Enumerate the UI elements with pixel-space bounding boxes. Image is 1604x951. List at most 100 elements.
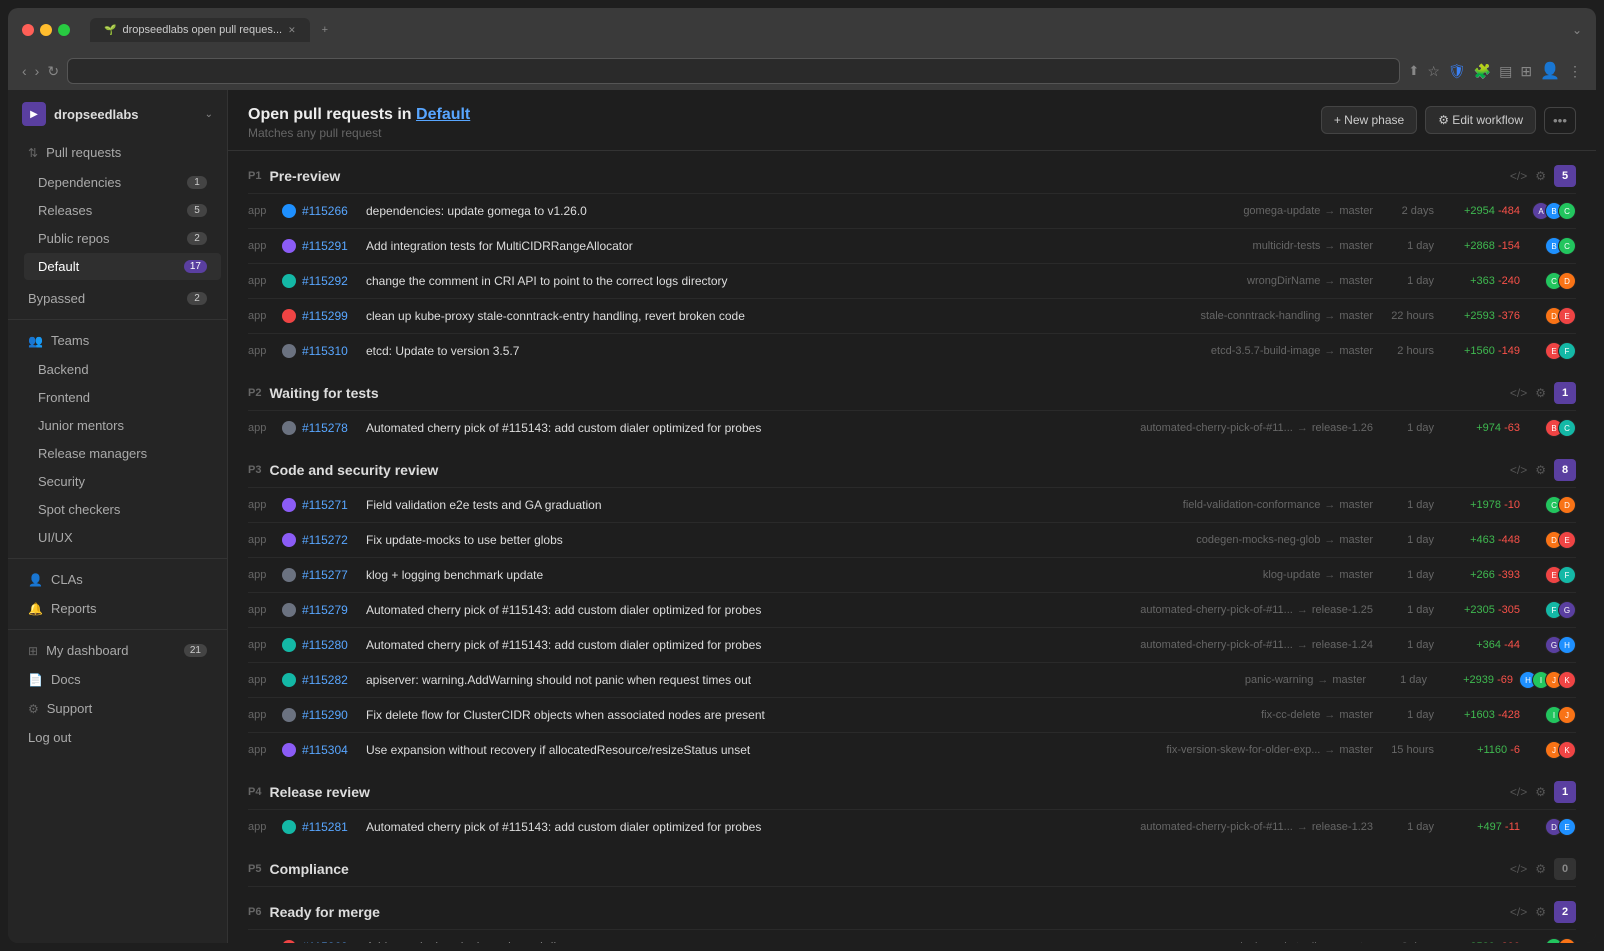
sidebar-item-ui-ux[interactable]: UI/UX (24, 524, 221, 551)
avatar-group: CD (1545, 272, 1576, 290)
sidebar-item-frontend[interactable]: Frontend (24, 384, 221, 411)
pr-number[interactable]: #115272 (302, 533, 360, 547)
code-icon-p5[interactable]: </> (1510, 862, 1527, 876)
profile-icon[interactable]: 👤 (1540, 61, 1560, 81)
pr-time: 1 day (1379, 534, 1434, 546)
new-tab-button[interactable]: + (314, 18, 336, 42)
sidebar-item-releases[interactable]: Releases 5 (24, 197, 221, 224)
settings-icon-p2[interactable]: ⚙ (1535, 386, 1546, 400)
close-button[interactable] (22, 24, 34, 36)
settings-icon-p4[interactable]: ⚙ (1535, 785, 1546, 799)
pr-number[interactable]: #115278 (302, 421, 360, 435)
sidebar-item-teams[interactable]: 👥 Teams (14, 327, 221, 354)
sidebar-item-my-dashboard[interactable]: ⊞ My dashboard 21 (14, 637, 221, 664)
share-icon[interactable]: ⬆ (1408, 63, 1419, 79)
pr-title[interactable]: Field validation e2e tests and GA gradua… (366, 498, 1177, 512)
table-row: app #115291 Add integration tests for Mu… (248, 229, 1576, 264)
minimize-button[interactable] (40, 24, 52, 36)
tab-bar: 🌱 dropseedlabs open pull reques... ✕ + (90, 18, 336, 42)
pr-title[interactable]: Automated cherry pick of #115143: add cu… (366, 820, 1134, 834)
bypassed-badge: 2 (187, 292, 207, 305)
pr-number[interactable]: #115279 (302, 603, 360, 617)
sidebar-item-default[interactable]: Default 17 (24, 253, 221, 280)
more-options-icon[interactable]: ⋮ (1568, 63, 1582, 80)
settings-icon-p6[interactable]: ⚙ (1535, 905, 1546, 919)
pr-number[interactable]: #115292 (302, 274, 360, 288)
pr-title[interactable]: Add new device plugin socket subdirector… (366, 940, 1228, 943)
settings-icon-p1[interactable]: ⚙ (1535, 169, 1546, 183)
phase-p5: P5 Compliance </> ⚙ 0 (248, 844, 1576, 887)
pr-title[interactable]: clean up kube-proxy stale-conntrack-entr… (366, 309, 1195, 323)
pr-branch: automated-cherry-pick-of-#11... → releas… (1140, 821, 1373, 833)
settings-icon-p5[interactable]: ⚙ (1535, 862, 1546, 876)
tab-close-icon[interactable]: ✕ (288, 25, 296, 36)
pr-number[interactable]: #115271 (302, 498, 360, 512)
pr-number[interactable]: #115290 (302, 708, 360, 722)
address-bar[interactable] (67, 58, 1400, 84)
tab-overview-icon[interactable]: ⊞ (1520, 63, 1532, 80)
sidebar-item-junior-mentors[interactable]: Junior mentors (24, 412, 221, 439)
pr-number[interactable]: #115310 (302, 344, 360, 358)
code-icon-p6[interactable]: </> (1510, 905, 1527, 919)
pr-title[interactable]: Fix delete flow for ClusterCIDR objects … (366, 708, 1255, 722)
sidebar-item-backend[interactable]: Backend (24, 356, 221, 383)
sidebar-item-bypassed[interactable]: Bypassed 2 (14, 285, 221, 312)
sidebar-item-public-repos[interactable]: Public repos 2 (24, 225, 221, 252)
active-tab[interactable]: 🌱 dropseedlabs open pull reques... ✕ (90, 18, 310, 42)
pr-title[interactable]: Add integration tests for MultiCIDRRange… (366, 239, 1247, 253)
pr-avatars: DE (1526, 818, 1576, 836)
reload-button[interactable]: ↻ (47, 63, 59, 80)
pr-number[interactable]: #115299 (302, 309, 360, 323)
pr-number[interactable]: #115277 (302, 568, 360, 582)
diff-add: +364 (1476, 639, 1501, 651)
sidebar-item-docs[interactable]: 📄 Docs (14, 666, 221, 693)
maximize-button[interactable] (58, 24, 70, 36)
pr-number[interactable]: #115269 (302, 940, 360, 943)
pr-title[interactable]: change the comment in CRI API to point t… (366, 274, 1241, 288)
pr-title[interactable]: Use expansion without recovery if alloca… (366, 743, 1160, 757)
pr-title[interactable]: klog + logging benchmark update (366, 568, 1257, 582)
sidebar-item-dependencies[interactable]: Dependencies 1 (24, 169, 221, 196)
pr-number[interactable]: #115280 (302, 638, 360, 652)
window-chevron-icon[interactable]: ⌄ (1572, 23, 1582, 37)
edit-workflow-button[interactable]: ⚙ Edit workflow (1425, 106, 1536, 134)
pr-title[interactable]: Fix update-mocks to use better globs (366, 533, 1190, 547)
new-phase-button[interactable]: + New phase (1321, 106, 1417, 134)
sidebar-item-clas[interactable]: 👤 CLAs (14, 566, 221, 593)
phase-count-p6: 2 (1554, 901, 1576, 923)
pr-title[interactable]: Automated cherry pick of #115143: add cu… (366, 421, 1134, 435)
pr-title[interactable]: Automated cherry pick of #115143: add cu… (366, 638, 1134, 652)
pr-number[interactable]: #115281 (302, 820, 360, 834)
sidebar-item-spot-checkers[interactable]: Spot checkers (24, 496, 221, 523)
org-header[interactable]: ▶ dropseedlabs ⌄ (8, 90, 227, 138)
pr-number[interactable]: #115282 (302, 673, 360, 687)
pr-title[interactable]: etcd: Update to version 3.5.7 (366, 344, 1205, 358)
settings-icon-p3[interactable]: ⚙ (1535, 463, 1546, 477)
pr-number[interactable]: #115304 (302, 743, 360, 757)
extension-icon[interactable]: 🧩 (1474, 63, 1491, 80)
pr-number[interactable]: #115291 (302, 239, 360, 253)
sidebar-item-logout[interactable]: Log out (14, 724, 221, 751)
forward-button[interactable]: › (35, 63, 40, 79)
bookmark-icon[interactable]: ☆ (1427, 63, 1440, 80)
shield-icon[interactable]: 🛡 (1448, 63, 1466, 80)
code-icon-p3[interactable]: </> (1510, 463, 1527, 477)
sidebar-icon[interactable]: ▤ (1499, 63, 1512, 80)
more-options-button[interactable]: ••• (1544, 107, 1576, 134)
pr-title[interactable]: dependencies: update gomega to v1.26.0 (366, 204, 1237, 218)
pr-app: app (248, 345, 276, 357)
pr-title[interactable]: apiserver: warning.AddWarning should not… (366, 673, 1239, 687)
sidebar-item-pull-requests[interactable]: ⇅ Pull requests (14, 139, 221, 166)
code-icon-p2[interactable]: </> (1510, 386, 1527, 400)
sidebar-item-support[interactable]: ⚙ Support (14, 695, 221, 722)
page-title-link[interactable]: Default (416, 106, 470, 123)
pr-number[interactable]: #115266 (302, 204, 360, 218)
sidebar-item-security[interactable]: Security (24, 468, 221, 495)
pr-title[interactable]: Automated cherry pick of #115143: add cu… (366, 603, 1134, 617)
code-icon-p4[interactable]: </> (1510, 785, 1527, 799)
code-icon-p1[interactable]: </> (1510, 169, 1527, 183)
sidebar-item-release-managers[interactable]: Release managers (24, 440, 221, 467)
sidebar-item-reports[interactable]: 🔔 Reports (14, 595, 221, 622)
back-button[interactable]: ‹ (22, 63, 27, 79)
pr-branch: multicidr-tests → master (1253, 240, 1373, 252)
